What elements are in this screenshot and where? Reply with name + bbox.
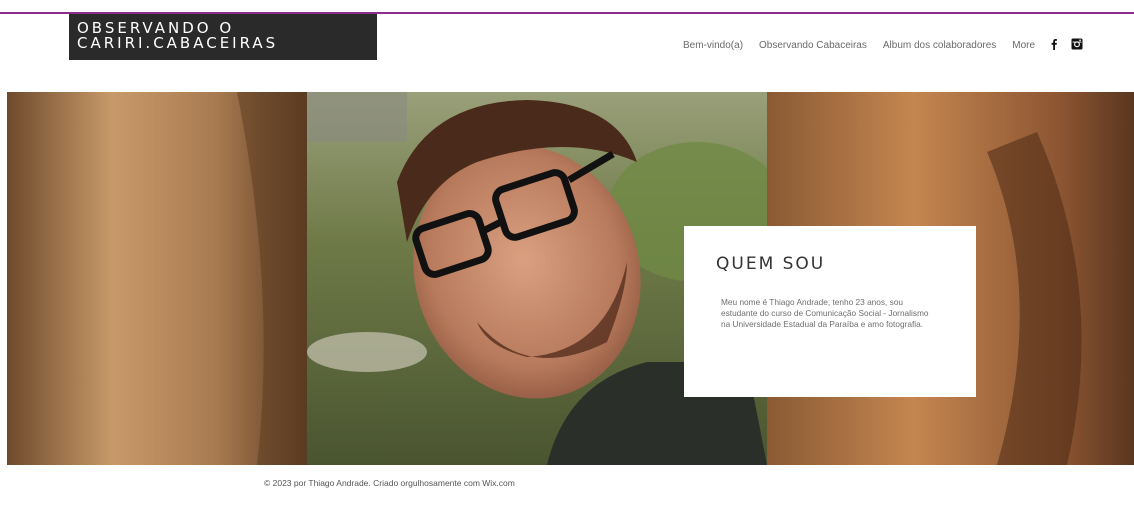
logo-line-2: CARIRI.CABACEIRAS xyxy=(77,34,279,52)
footer-copyright: © 2023 por Thiago Andrade. Criado orgulh… xyxy=(264,478,515,488)
facebook-icon[interactable] xyxy=(1048,38,1060,50)
instagram-icon[interactable] xyxy=(1071,38,1083,50)
nav-item-bem-vindo[interactable]: Bem-vindo(a) xyxy=(683,40,743,51)
nav-item-album-colaboradores[interactable]: Album dos colaboradores xyxy=(883,40,996,51)
about-title: QUEM SOU xyxy=(716,254,826,274)
about-text: Meu nome é Thiago Andrade, tenho 23 anos… xyxy=(721,297,929,329)
nav-item-more[interactable]: More xyxy=(1012,40,1035,51)
about-card: QUEM SOU Meu nome é Thiago Andrade, tenh… xyxy=(684,226,976,397)
main-nav: Bem-vindo(a) Observando Cabaceiras Album… xyxy=(683,40,1035,51)
site-logo[interactable]: OBSERVANDO O CARIRI.CABACEIRAS xyxy=(69,14,377,60)
social-bar xyxy=(1048,38,1083,50)
nav-item-observando-cabaceiras[interactable]: Observando Cabaceiras xyxy=(759,40,867,51)
